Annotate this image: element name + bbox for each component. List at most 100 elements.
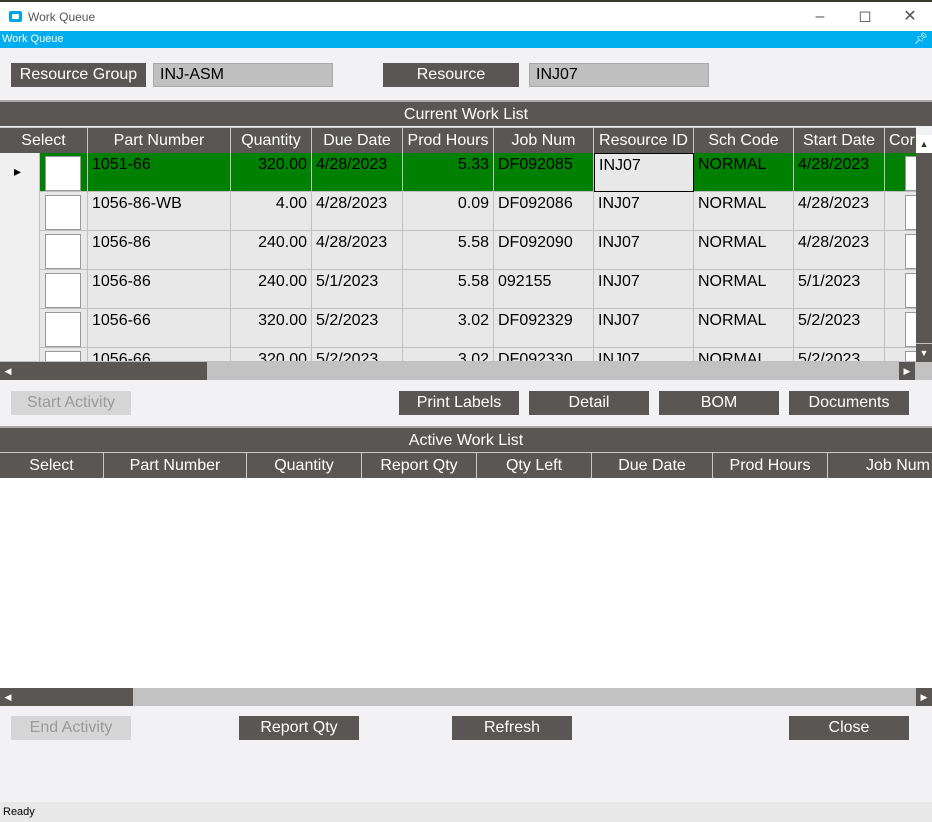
checkbox[interactable] — [905, 273, 916, 308]
table-row[interactable]: ▸ 1051-66 320.00 4/28/2023 5.33 DF092085 INJ07… — [0, 153, 916, 192]
checkbox[interactable] — [905, 156, 916, 191]
select-checkbox[interactable] — [45, 234, 81, 269]
active-work-list-header: Select Part Number Quantity Report Qty Qty L… — [0, 452, 932, 478]
qty-cell: 320.00 — [231, 309, 312, 348]
res-cell: INJ07 — [594, 348, 694, 361]
column-header[interactable]: Due Date — [312, 128, 403, 153]
scroll-thumb[interactable] — [0, 362, 207, 380]
row-header[interactable] — [0, 270, 40, 309]
column-header[interactable]: Select — [0, 128, 88, 153]
minimize-button[interactable]: – — [800, 6, 840, 30]
resource-field[interactable]: INJ07 — [529, 63, 709, 87]
status-bar: Ready — [0, 802, 932, 822]
report-qty-button[interactable]: Report Qty — [239, 716, 359, 740]
checkbox[interactable] — [905, 351, 916, 361]
column-header[interactable]: Qty Left — [477, 453, 592, 478]
row-header[interactable] — [0, 231, 40, 270]
scroll-right-icon[interactable]: ▶ — [916, 688, 932, 706]
part-cell: 1056-66 — [88, 348, 231, 361]
end-activity-button[interactable]: End Activity — [11, 716, 131, 740]
part-cell: 1056-86 — [88, 231, 231, 270]
sch-cell: NORMAL — [694, 231, 794, 270]
select-checkbox[interactable] — [45, 156, 81, 191]
column-header[interactable]: Job Num — [828, 453, 932, 478]
row-header[interactable] — [0, 348, 40, 361]
qty-cell: 240.00 — [231, 231, 312, 270]
row-header[interactable]: ▸ — [0, 153, 40, 192]
column-header[interactable]: Cor — [885, 128, 916, 153]
current-work-list-header: Select Part Number Quantity Due Date Prod Ho… — [0, 127, 916, 153]
column-header[interactable]: Quantity — [231, 128, 312, 153]
select-checkbox[interactable] — [45, 195, 81, 230]
documents-button[interactable]: Documents — [789, 391, 909, 415]
select-cell — [40, 231, 88, 270]
column-header[interactable]: Job Num — [494, 128, 594, 153]
resource-group-label: Resource Group — [11, 63, 146, 87]
column-header[interactable]: Due Date — [592, 453, 713, 478]
column-header[interactable]: Part Number — [104, 453, 247, 478]
cor-cell — [885, 270, 916, 309]
scroll-right-icon[interactable]: ▶ — [899, 362, 915, 380]
job-cell: DF092086 — [494, 192, 594, 231]
checkbox[interactable] — [905, 195, 916, 230]
pin-icon[interactable]: 📌︎ — [914, 31, 928, 48]
qty-cell: 240.00 — [231, 270, 312, 309]
detail-button[interactable]: Detail — [529, 391, 649, 415]
column-header[interactable]: Start Date — [794, 128, 885, 153]
vertical-scrollbar[interactable]: ▲ ▼ — [916, 135, 932, 362]
part-cell: 1056-66 — [88, 309, 231, 348]
active-work-list-body — [0, 478, 932, 688]
start-cell: 5/1/2023 — [794, 270, 885, 309]
checkbox[interactable] — [905, 234, 916, 269]
panel-header: Work Queue 📌︎ — [0, 31, 932, 48]
horizontal-scrollbar[interactable]: ◀ ▶ — [0, 688, 932, 706]
column-header[interactable]: Part Number — [88, 128, 231, 153]
column-header[interactable]: Resource ID — [594, 128, 694, 153]
maximize-button[interactable]: ◻ — [845, 6, 885, 30]
checkbox[interactable] — [905, 312, 916, 347]
column-header[interactable]: Report Qty — [362, 453, 477, 478]
column-header[interactable]: Select — [0, 453, 104, 478]
select-checkbox[interactable] — [45, 351, 81, 361]
column-header[interactable]: Sch Code — [694, 128, 794, 153]
part-cell: 1051-66 — [88, 153, 231, 192]
refresh-button[interactable]: Refresh — [452, 716, 572, 740]
scroll-left-icon[interactable]: ◀ — [0, 688, 16, 706]
sch-cell: NORMAL — [694, 192, 794, 231]
select-checkbox[interactable] — [45, 273, 81, 308]
scroll-down-icon[interactable]: ▼ — [916, 344, 932, 362]
res-cell: INJ07 — [594, 231, 694, 270]
cor-cell — [885, 348, 916, 361]
select-checkbox[interactable] — [45, 312, 81, 347]
column-header[interactable]: Prod Hours — [713, 453, 828, 478]
close-button[interactable]: Close — [789, 716, 909, 740]
column-header[interactable]: Quantity — [247, 453, 362, 478]
job-cell: DF092329 — [494, 309, 594, 348]
select-cell — [40, 309, 88, 348]
table-row[interactable]: 1056-66 320.00 5/2/2023 3.02 DF092330 INJ07 NO… — [0, 348, 916, 362]
scroll-thumb[interactable] — [0, 688, 133, 706]
sch-cell: NORMAL — [694, 153, 794, 192]
row-header[interactable] — [0, 192, 40, 231]
due-cell: 5/2/2023 — [312, 309, 403, 348]
sch-cell: NORMAL — [694, 270, 794, 309]
scroll-thumb[interactable] — [916, 153, 932, 343]
column-header[interactable]: Prod Hours — [403, 128, 494, 153]
qty-cell: 4.00 — [231, 192, 312, 231]
active-work-list-title: Active Work List — [0, 426, 932, 452]
resource-group-field[interactable]: INJ-ASM — [153, 63, 333, 87]
resource-label: Resource — [383, 63, 519, 87]
print-labels-button[interactable]: Print Labels — [399, 391, 519, 415]
scroll-left-icon[interactable]: ◀ — [0, 362, 16, 380]
table-row[interactable]: 1056-66 320.00 5/2/2023 3.02 DF092329 INJ07 NO… — [0, 309, 916, 348]
row-header[interactable] — [0, 309, 40, 348]
scroll-up-icon[interactable]: ▲ — [916, 135, 932, 153]
table-row[interactable]: 1056-86 240.00 5/1/2023 5.58 092155 INJ07 NORM… — [0, 270, 916, 309]
start-activity-button[interactable]: Start Activity — [11, 391, 131, 415]
bom-button[interactable]: BOM — [659, 391, 779, 415]
table-row[interactable]: 1056-86-WB 4.00 4/28/2023 0.09 DF092086 INJ07… — [0, 192, 916, 231]
cor-cell — [885, 153, 916, 192]
close-window-button[interactable]: ✕ — [890, 6, 930, 30]
horizontal-scrollbar[interactable]: ◀ ▶ — [0, 362, 932, 380]
table-row[interactable]: 1056-86 240.00 4/28/2023 5.58 DF092090 INJ07 N… — [0, 231, 916, 270]
